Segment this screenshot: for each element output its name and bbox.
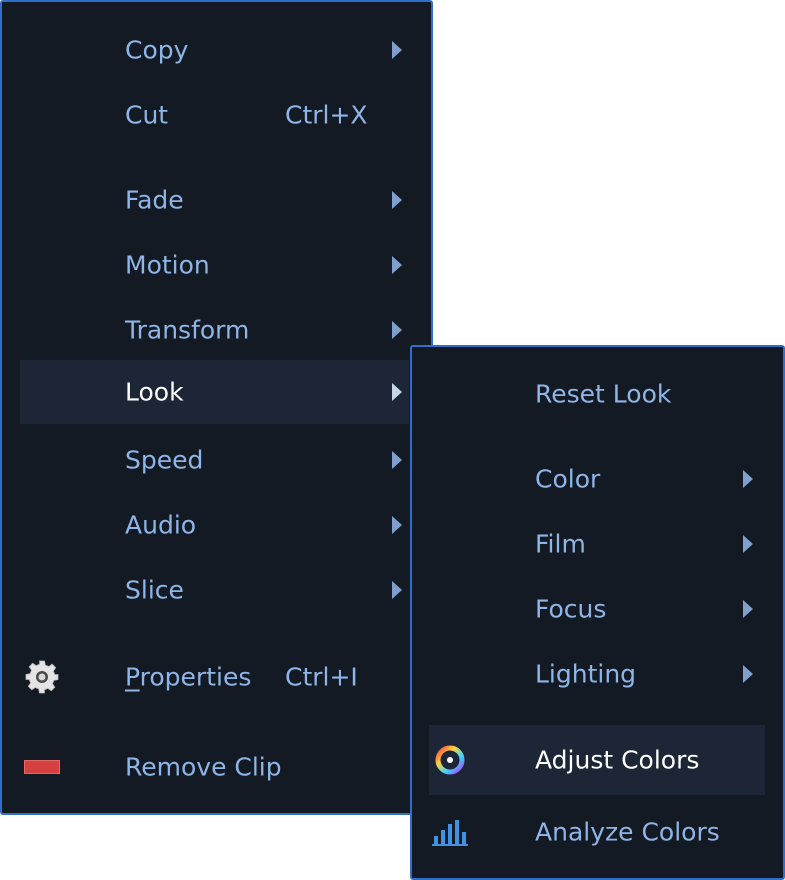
bar-chart-icon	[432, 820, 468, 846]
look-submenu: Reset Look Color Film Focus Lighting Adj…	[410, 345, 785, 880]
clip-context-menu: Copy Cut Ctrl+X Fade Motion Transform Lo…	[0, 0, 433, 815]
menu-item-transform[interactable]: Transform	[2, 298, 431, 362]
remove-clip-icon	[24, 760, 60, 774]
menu-item-color[interactable]: Color	[412, 447, 783, 511]
menu-item-slice[interactable]: Slice	[2, 558, 431, 622]
menu-item-label: Slice	[125, 575, 184, 605]
menu-item-label: Analyze Colors	[535, 817, 720, 847]
menu-item-label: Cut	[125, 100, 169, 130]
chevron-right-icon	[392, 41, 402, 59]
menu-item-label-rest: roperties	[139, 662, 252, 692]
menu-item-audio[interactable]: Audio	[2, 493, 431, 557]
menu-item-focus[interactable]: Focus	[412, 577, 783, 641]
menu-item-analyze-colors[interactable]: Analyze Colors	[412, 800, 783, 864]
menu-item-look[interactable]: Look	[20, 360, 409, 424]
menu-item-properties[interactable]: Properties Ctrl+I	[2, 645, 431, 709]
chevron-right-icon	[392, 451, 402, 469]
menu-item-film[interactable]: Film	[412, 512, 783, 576]
menu-item-speed[interactable]: Speed	[2, 428, 431, 492]
menu-item-cut[interactable]: Cut Ctrl+X	[2, 83, 431, 147]
menu-item-motion[interactable]: Motion	[2, 233, 431, 297]
menu-item-label: Motion	[125, 250, 210, 280]
menu-item-label: Speed	[125, 445, 204, 475]
menu-item-label: Remove Clip	[125, 752, 282, 782]
chevron-right-icon	[392, 516, 402, 534]
menu-item-label: Adjust Colors	[535, 745, 700, 775]
menu-item-reset-look[interactable]: Reset Look	[412, 362, 783, 426]
mnemonic-char: P	[125, 662, 140, 692]
menu-item-label: Focus	[535, 594, 607, 624]
menu-item-label: Fade	[125, 185, 184, 215]
menu-item-label: Reset Look	[535, 379, 672, 409]
gear-icon	[25, 660, 59, 694]
menu-item-copy[interactable]: Copy	[2, 18, 431, 82]
shortcut-label: Ctrl+I	[285, 662, 358, 692]
chevron-right-icon	[743, 470, 753, 488]
menu-item-lighting[interactable]: Lighting	[412, 642, 783, 706]
chevron-right-icon	[392, 256, 402, 274]
menu-item-label: Look	[125, 377, 184, 407]
menu-item-label: Film	[535, 529, 586, 559]
menu-item-label: Transform	[125, 315, 250, 345]
color-wheel-icon	[435, 745, 465, 775]
chevron-right-icon	[392, 581, 402, 599]
shortcut-label: Ctrl+X	[285, 100, 368, 130]
menu-item-label: Copy	[125, 35, 189, 65]
menu-item-remove-clip[interactable]: Remove Clip	[2, 735, 431, 799]
chevron-right-icon	[743, 600, 753, 618]
menu-item-label: Properties	[125, 663, 251, 692]
chevron-right-icon	[392, 383, 402, 401]
menu-item-label: Audio	[125, 510, 197, 540]
menu-item-adjust-colors[interactable]: Adjust Colors	[429, 725, 765, 795]
chevron-right-icon	[392, 321, 402, 339]
menu-item-fade[interactable]: Fade	[2, 168, 431, 232]
chevron-right-icon	[392, 191, 402, 209]
chevron-right-icon	[743, 665, 753, 683]
menu-item-label: Lighting	[535, 659, 637, 689]
menu-item-label: Color	[535, 464, 601, 494]
chevron-right-icon	[743, 535, 753, 553]
